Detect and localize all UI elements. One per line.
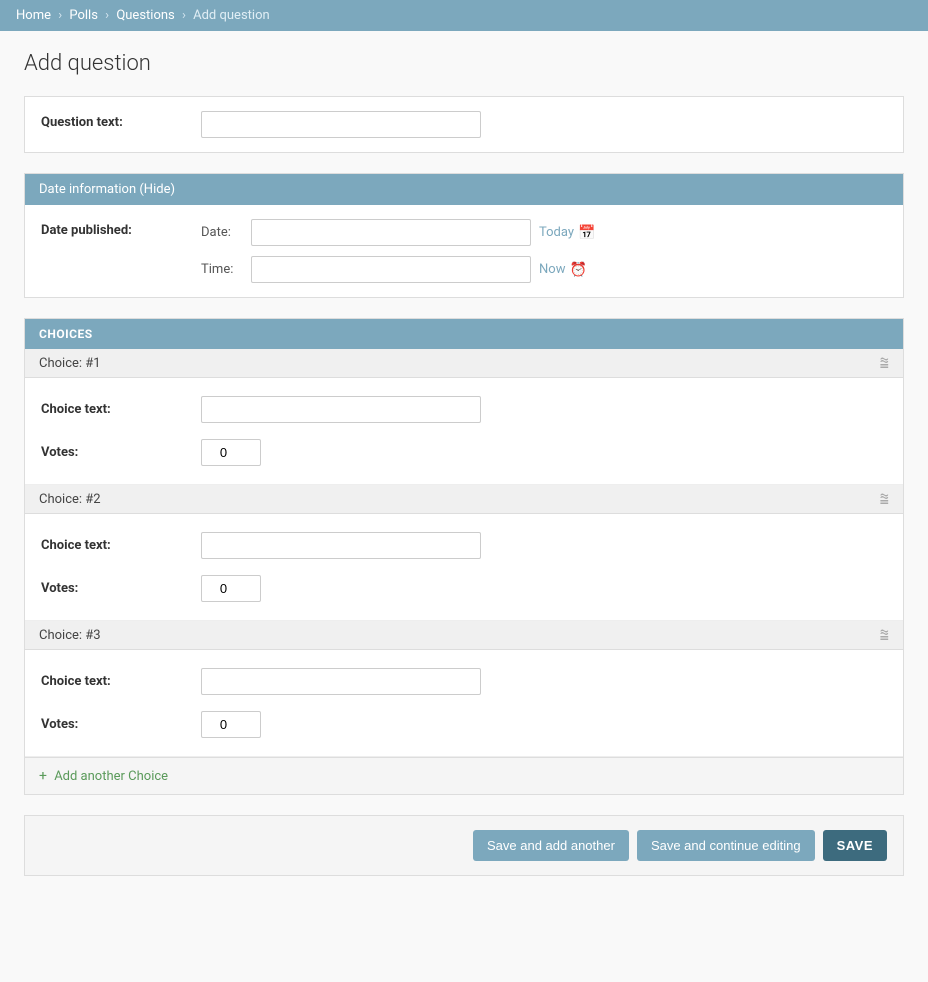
choice-2-remove-button[interactable]: ⩰ — [880, 491, 889, 507]
choice-item-2: Choice: #2 ⩰ Choice text: Votes: — [25, 485, 903, 621]
page-title: Add question — [24, 51, 904, 76]
breadcrumb-bar: Home › Polls › Questions › Add question — [0, 0, 928, 31]
date-section-header[interactable]: Date information (Hide) — [25, 174, 903, 205]
question-text-control — [201, 111, 887, 138]
date-published-label: Date published: — [41, 219, 201, 238]
choice-3-votes-input[interactable] — [201, 711, 261, 738]
date-published-fields: Date: Today 📅 Time: Now ⏰ — [201, 219, 595, 283]
add-choice-link[interactable]: + Add another Choice — [39, 769, 168, 784]
date-published-row: Date published: Date: Today 📅 Time: Now … — [41, 219, 887, 283]
choice-1-remove-button[interactable]: ⩰ — [880, 355, 889, 371]
add-choice-row: + Add another Choice — [25, 757, 903, 794]
action-bar: Save and add another Save and continue e… — [24, 815, 904, 876]
choice-2-title: Choice: #2 — [39, 492, 101, 507]
question-text-input[interactable] — [201, 111, 481, 138]
breadcrumb-sep-2: › — [105, 8, 109, 23]
choice-item-1: Choice: #1 ⩰ Choice text: Votes: — [25, 349, 903, 485]
time-label: Time: — [201, 262, 251, 277]
clock-icon[interactable]: ⏰ — [569, 262, 586, 278]
breadcrumb-questions[interactable]: Questions — [116, 8, 174, 23]
date-info-section: Date information (Hide) Date published: … — [24, 173, 904, 298]
date-section-body: Date published: Date: Today 📅 Time: Now … — [25, 205, 903, 297]
choice-1-title-row: Choice: #1 ⩰ — [25, 349, 903, 378]
today-link[interactable]: Today — [539, 225, 574, 240]
date-label: Date: — [201, 225, 251, 240]
choice-3-remove-button[interactable]: ⩰ — [880, 627, 889, 643]
choices-section: CHOICES Choice: #1 ⩰ Choice text: Votes: — [24, 318, 904, 795]
choices-header: CHOICES — [25, 319, 903, 349]
choice-1-fields: Choice text: Votes: — [25, 378, 903, 484]
date-row: Date: Today 📅 — [201, 219, 595, 246]
save-add-button[interactable]: Save and add another — [473, 830, 629, 861]
time-row: Time: Now ⏰ — [201, 256, 595, 283]
save-continue-button[interactable]: Save and continue editing — [637, 830, 815, 861]
choice-2-title-row: Choice: #2 ⩰ — [25, 485, 903, 514]
save-button[interactable]: SAVE — [823, 830, 887, 861]
breadcrumb-current: Add question — [193, 8, 270, 23]
choice-2-text-label: Choice text: — [41, 538, 201, 553]
choice-2-fields: Choice text: Votes: — [25, 514, 903, 620]
plus-icon: + — [39, 768, 47, 784]
question-form-section: Question text: — [24, 96, 904, 153]
breadcrumb-sep-3: › — [182, 8, 186, 23]
choice-1-votes-row: Votes: — [41, 431, 887, 474]
choice-3-votes-row: Votes: — [41, 703, 887, 746]
choice-2-text-row: Choice text: — [41, 524, 887, 567]
now-link[interactable]: Now — [539, 262, 565, 277]
add-choice-text: Add another Choice — [54, 769, 168, 784]
choice-1-title: Choice: #1 — [39, 356, 101, 371]
choice-3-fields: Choice text: Votes: — [25, 650, 903, 756]
choice-2-text-input[interactable] — [201, 532, 481, 559]
breadcrumb-polls[interactable]: Polls — [69, 8, 98, 23]
choice-1-votes-input[interactable] — [201, 439, 261, 466]
date-input[interactable] — [251, 219, 531, 246]
time-input[interactable] — [251, 256, 531, 283]
choice-3-text-input[interactable] — [201, 668, 481, 695]
choice-3-title-row: Choice: #3 ⩰ — [25, 621, 903, 650]
calendar-icon[interactable]: 📅 — [578, 225, 595, 241]
choice-1-text-label: Choice text: — [41, 402, 201, 417]
breadcrumb-home[interactable]: Home — [16, 8, 51, 23]
choice-1-votes-label: Votes: — [41, 445, 201, 460]
choice-3-votes-label: Votes: — [41, 717, 201, 732]
choice-2-votes-row: Votes: — [41, 567, 887, 610]
date-section-title: Date information (Hide) — [39, 182, 175, 197]
breadcrumb-sep-1: › — [58, 8, 62, 23]
choice-2-votes-input[interactable] — [201, 575, 261, 602]
choice-3-title: Choice: #3 — [39, 628, 101, 643]
question-text-row: Question text: — [25, 97, 903, 152]
choice-3-text-row: Choice text: — [41, 660, 887, 703]
choice-item-3: Choice: #3 ⩰ Choice text: Votes: — [25, 621, 903, 757]
main-content: Add question Question text: Date informa… — [0, 31, 928, 896]
choice-3-text-label: Choice text: — [41, 674, 201, 689]
choice-1-text-row: Choice text: — [41, 388, 887, 431]
choice-1-text-input[interactable] — [201, 396, 481, 423]
choice-2-votes-label: Votes: — [41, 581, 201, 596]
question-text-label: Question text: — [41, 111, 201, 130]
